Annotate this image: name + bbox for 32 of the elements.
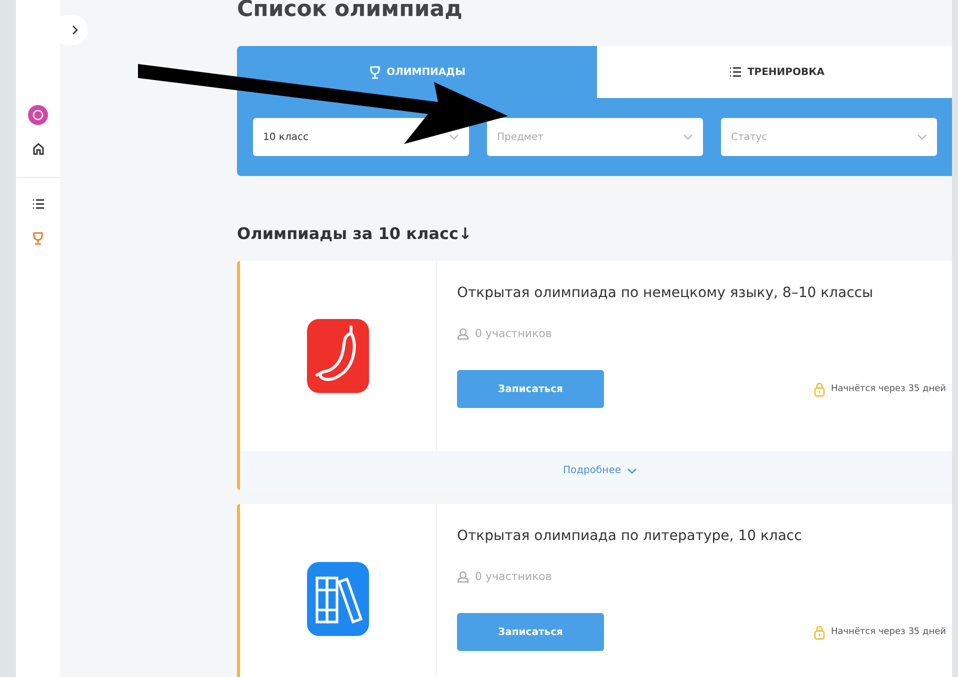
chevron-right-icon <box>72 25 78 35</box>
register-button[interactable]: Записаться <box>457 370 604 408</box>
trophy-icon <box>32 232 44 244</box>
user-icon <box>457 570 469 582</box>
chevron-down-icon <box>917 134 927 140</box>
participants-count: 0 участников <box>475 327 552 340</box>
section-heading: Олимпиады за 10 класс↓ <box>237 224 473 243</box>
register-button[interactable]: Записаться <box>457 613 604 651</box>
dropdown-field[interactable]: Предмет <box>487 118 703 156</box>
olympiad-title: Открытая олимпиада по литературе, 10 класс <box>457 528 803 544</box>
trophy-icon <box>368 66 381 78</box>
lock-icon <box>814 624 825 640</box>
home-icon <box>32 143 44 155</box>
tab[interactable]: ОЛИМПИАДЫ <box>237 46 597 98</box>
tab[interactable]: ТРЕНИРОВКА <box>597 46 952 98</box>
dropdown-field[interactable]: Статус <box>721 118 937 156</box>
user-icon <box>457 328 469 340</box>
books-icon <box>307 562 369 636</box>
participants-count: 0 участников <box>475 570 552 583</box>
chevron-down-icon <box>449 134 459 140</box>
chevron-down-icon <box>683 134 693 140</box>
page-title: Список олимпиад <box>237 0 464 24</box>
lock-icon <box>814 382 825 396</box>
list-icon <box>32 199 44 209</box>
start-status: Начнётся через 35 дней <box>830 627 946 637</box>
chevron-down-icon <box>627 468 638 474</box>
avatar-icon <box>28 105 48 125</box>
details-toggle[interactable]: Подробнее <box>240 451 952 490</box>
list-icon <box>729 67 742 77</box>
dropdown-field[interactable]: 10 класс <box>253 118 469 156</box>
start-status: Начнётся через 35 дней <box>830 384 946 394</box>
olympiad-title: Открытая олимпиада по немецкому языку, 8–10 классы <box>457 285 874 301</box>
